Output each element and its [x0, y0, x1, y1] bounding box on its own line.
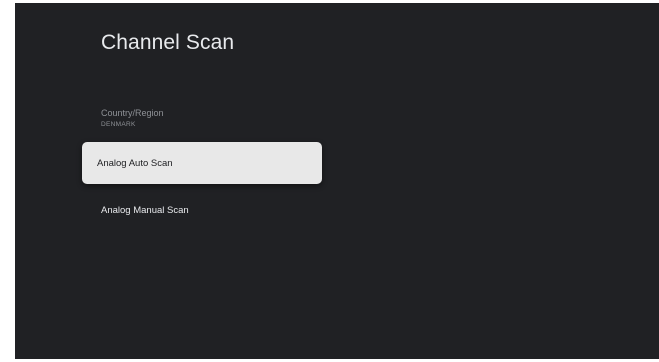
analog-auto-scan-label: Analog Auto Scan [97, 157, 173, 169]
tv-settings-screen: Channel Scan Country/Region DENMARK Anal… [15, 3, 659, 359]
country-region-item[interactable]: Country/Region DENMARK [101, 107, 321, 141]
analog-manual-scan-item[interactable]: Analog Manual Scan [101, 201, 321, 219]
analog-manual-scan-label: Analog Manual Scan [101, 204, 189, 216]
analog-auto-scan-item[interactable]: Analog Auto Scan [82, 142, 322, 184]
country-region-label: Country/Region [101, 108, 164, 118]
country-region-value: DENMARK [101, 121, 136, 128]
page-title: Channel Scan [101, 31, 235, 54]
